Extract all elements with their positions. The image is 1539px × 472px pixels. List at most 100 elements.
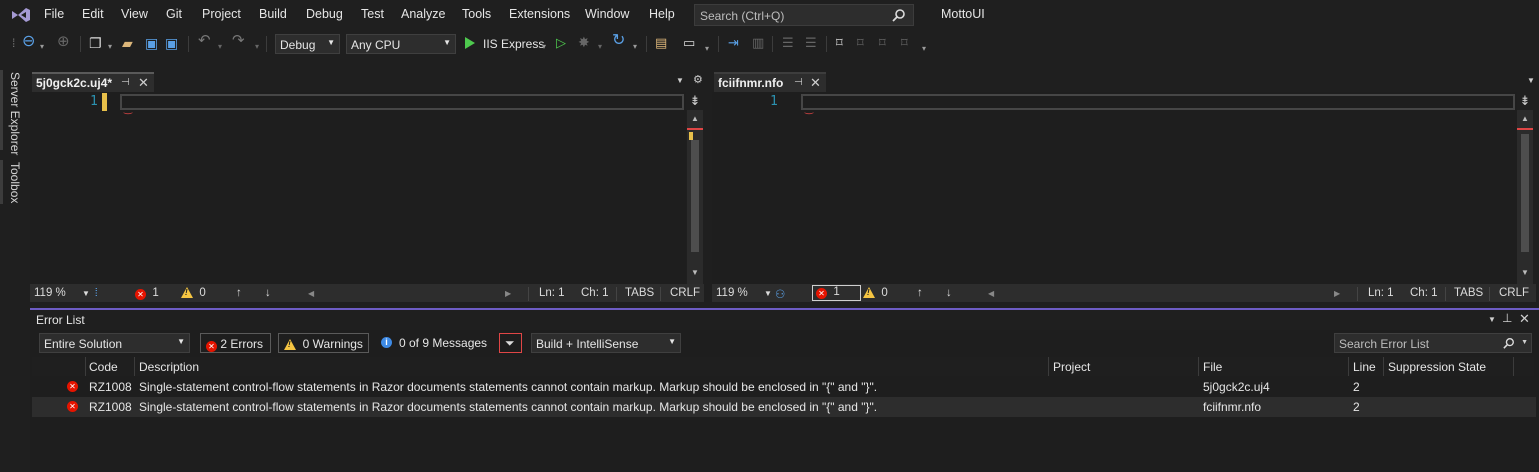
toolbar-overflow-icon[interactable]: ▾ <box>922 42 926 56</box>
column-header-project[interactable]: Project <box>1053 360 1090 374</box>
refresh-icon[interactable]: ↻ <box>612 33 625 49</box>
redo-icon[interactable]: ↷ <box>232 33 245 48</box>
filter-toggle-button[interactable]: ⏷ <box>499 333 522 353</box>
error-count[interactable]: ✕ 1 <box>135 287 159 300</box>
column-header-line[interactable]: Line <box>1353 360 1376 374</box>
code-health-icon[interactable]: ⚇ <box>775 287 785 301</box>
table-row[interactable]: ✕ RZ1008 Single-statement control-flow s… <box>32 377 1536 397</box>
hot-reload-icon[interactable]: ✸ <box>578 35 590 49</box>
code-health-icon[interactable]: ⦙ <box>95 287 98 300</box>
vertical-scrollbar[interactable]: ▲ ▼ <box>1517 110 1533 284</box>
tab-fciifnmr[interactable]: fciifnmr.nfo ⊣ ✕ <box>714 72 826 92</box>
row-file[interactable]: 5j0gck2c.uj4 <box>1203 380 1270 394</box>
redo-dropdown-icon[interactable]: ▾ <box>255 40 259 54</box>
indent-mode[interactable]: TABS <box>625 287 654 299</box>
column-header-code[interactable]: Code <box>89 360 118 374</box>
scroll-thumb[interactable] <box>691 140 699 252</box>
scroll-down-icon[interactable]: ▼ <box>1521 268 1529 277</box>
errors-filter-button[interactable]: ✕ 2 Errors <box>200 333 271 353</box>
menu-edit[interactable]: Edit <box>82 7 104 21</box>
next-bookmark-icon[interactable]: ⌑ <box>879 36 886 50</box>
menu-analyze[interactable]: Analyze <box>401 7 445 21</box>
scope-dropdown[interactable]: Entire Solution ▼ <box>39 333 190 353</box>
line-ending[interactable]: CRLF <box>1499 287 1529 299</box>
search-options-dropdown-icon[interactable]: ▼ <box>1521 339 1528 346</box>
config-dropdown[interactable]: Debug ▼ <box>275 34 340 54</box>
zoom-level[interactable]: 119 % <box>34 287 66 299</box>
platform-dropdown[interactable]: Any CPU ▼ <box>346 34 456 54</box>
window-layout-icon[interactable]: ▭ <box>683 36 695 50</box>
indent-mode[interactable]: TABS <box>1454 287 1483 299</box>
column-header-description[interactable]: Description <box>139 360 199 374</box>
column-indicator[interactable]: Ch: 1 <box>1410 287 1438 299</box>
table-row[interactable]: ✕ RZ1008 Single-statement control-flow s… <box>32 397 1536 417</box>
run-dropdown-icon[interactable]: ▾ <box>542 40 546 54</box>
uncomment-icon[interactable]: ☰ <box>805 36 817 50</box>
solution-explorer-icon[interactable]: ▤ <box>655 36 667 50</box>
back-dropdown-icon[interactable]: ▾ <box>40 40 44 54</box>
menu-git[interactable]: Git <box>166 7 182 21</box>
split-editor-icon[interactable]: ⇟ <box>1517 93 1533 109</box>
line-ending[interactable]: CRLF <box>670 287 700 299</box>
menu-file[interactable]: File <box>44 7 64 21</box>
comment-icon[interactable]: ☰ <box>782 36 794 50</box>
scroll-left-icon[interactable]: ◀ <box>988 289 994 298</box>
split-editor-icon[interactable]: ⇟ <box>687 93 703 109</box>
menu-tools[interactable]: Tools <box>462 7 491 21</box>
scroll-left-icon[interactable]: ◀ <box>308 289 314 298</box>
pin-icon[interactable]: ⊣ <box>121 77 130 88</box>
zoom-dropdown-icon[interactable]: ▼ <box>764 289 772 298</box>
hot-reload-dropdown-icon[interactable]: ▾ <box>598 40 602 54</box>
menu-build[interactable]: Build <box>259 7 287 21</box>
column-header-suppression-state[interactable]: Suppression State <box>1388 360 1486 374</box>
refresh-dropdown-icon[interactable]: ▾ <box>633 40 637 54</box>
new-dropdown-icon[interactable]: ▾ <box>108 40 112 54</box>
menu-extensions[interactable]: Extensions <box>509 7 570 21</box>
save-all-icon[interactable]: ▣ <box>165 36 178 50</box>
zoom-dropdown-icon[interactable]: ▼ <box>82 289 90 298</box>
close-icon[interactable]: ✕ <box>138 75 149 91</box>
clear-bookmarks-icon[interactable]: ⌑ <box>901 36 908 50</box>
new-project-icon[interactable]: ❐ <box>89 36 102 50</box>
next-issue-icon[interactable]: ↓ <box>946 287 952 299</box>
tab-5j0gck2c[interactable]: 5j0gck2c.uj4* ⊣ ✕ <box>32 72 154 92</box>
open-folder-icon[interactable]: ▰ <box>122 36 133 50</box>
menu-debug[interactable]: Debug <box>306 7 343 21</box>
menu-view[interactable]: View <box>121 7 148 21</box>
back-icon[interactable]: ⊖ <box>22 34 35 50</box>
start-debugging-icon[interactable] <box>465 37 475 49</box>
error-list-search-input[interactable]: Search Error List ▼ <box>1334 333 1532 353</box>
stack-icon[interactable]: ▥ <box>752 36 764 50</box>
scroll-up-icon[interactable]: ▲ <box>1521 114 1529 123</box>
scroll-right-icon[interactable]: ▶ <box>1334 289 1340 298</box>
line-indicator[interactable]: Ln: 1 <box>1368 287 1394 299</box>
prev-bookmark-icon[interactable]: ⌑ <box>857 36 864 50</box>
code-editor[interactable] <box>712 92 1517 284</box>
prev-issue-icon[interactable]: ↑ <box>917 287 923 299</box>
row-file[interactable]: fciifnmr.nfo <box>1203 400 1261 414</box>
warnings-filter-button[interactable]: 0 Warnings <box>278 333 369 353</box>
toolbox-tab[interactable]: Toolbox <box>8 162 22 203</box>
menu-help[interactable]: Help <box>649 7 675 21</box>
pin-icon[interactable]: ⊣ <box>794 77 803 88</box>
zoom-level[interactable]: 119 % <box>716 287 748 299</box>
scroll-right-icon[interactable]: ▶ <box>505 289 511 298</box>
vertical-scrollbar[interactable]: ▲ ▼ <box>687 110 703 284</box>
layout-dropdown-icon[interactable]: ▾ <box>705 42 709 56</box>
undo-icon[interactable]: ↶ <box>198 33 211 48</box>
bookmark-icon[interactable]: ⌑ <box>836 36 843 50</box>
prev-issue-icon[interactable]: ↑ <box>236 287 242 299</box>
source-dropdown[interactable]: Build + IntelliSense ▼ <box>531 333 681 353</box>
close-icon[interactable]: ✕ <box>1519 311 1530 327</box>
search-input[interactable]: Search (Ctrl+Q) <box>694 4 914 26</box>
menu-window[interactable]: Window <box>585 7 629 21</box>
scroll-thumb[interactable] <box>1521 134 1529 252</box>
tab-list-dropdown-icon[interactable]: ▼ <box>676 76 684 85</box>
undo-dropdown-icon[interactable]: ▾ <box>218 40 222 54</box>
next-issue-icon[interactable]: ↓ <box>265 287 271 299</box>
menu-project[interactable]: Project <box>202 7 241 21</box>
server-explorer-tab[interactable]: Server Explorer <box>8 72 22 155</box>
window-position-dropdown-icon[interactable]: ▼ <box>1488 315 1496 324</box>
messages-filter-button[interactable]: i 0 of 9 Messages <box>376 333 490 353</box>
column-indicator[interactable]: Ch: 1 <box>581 287 609 299</box>
